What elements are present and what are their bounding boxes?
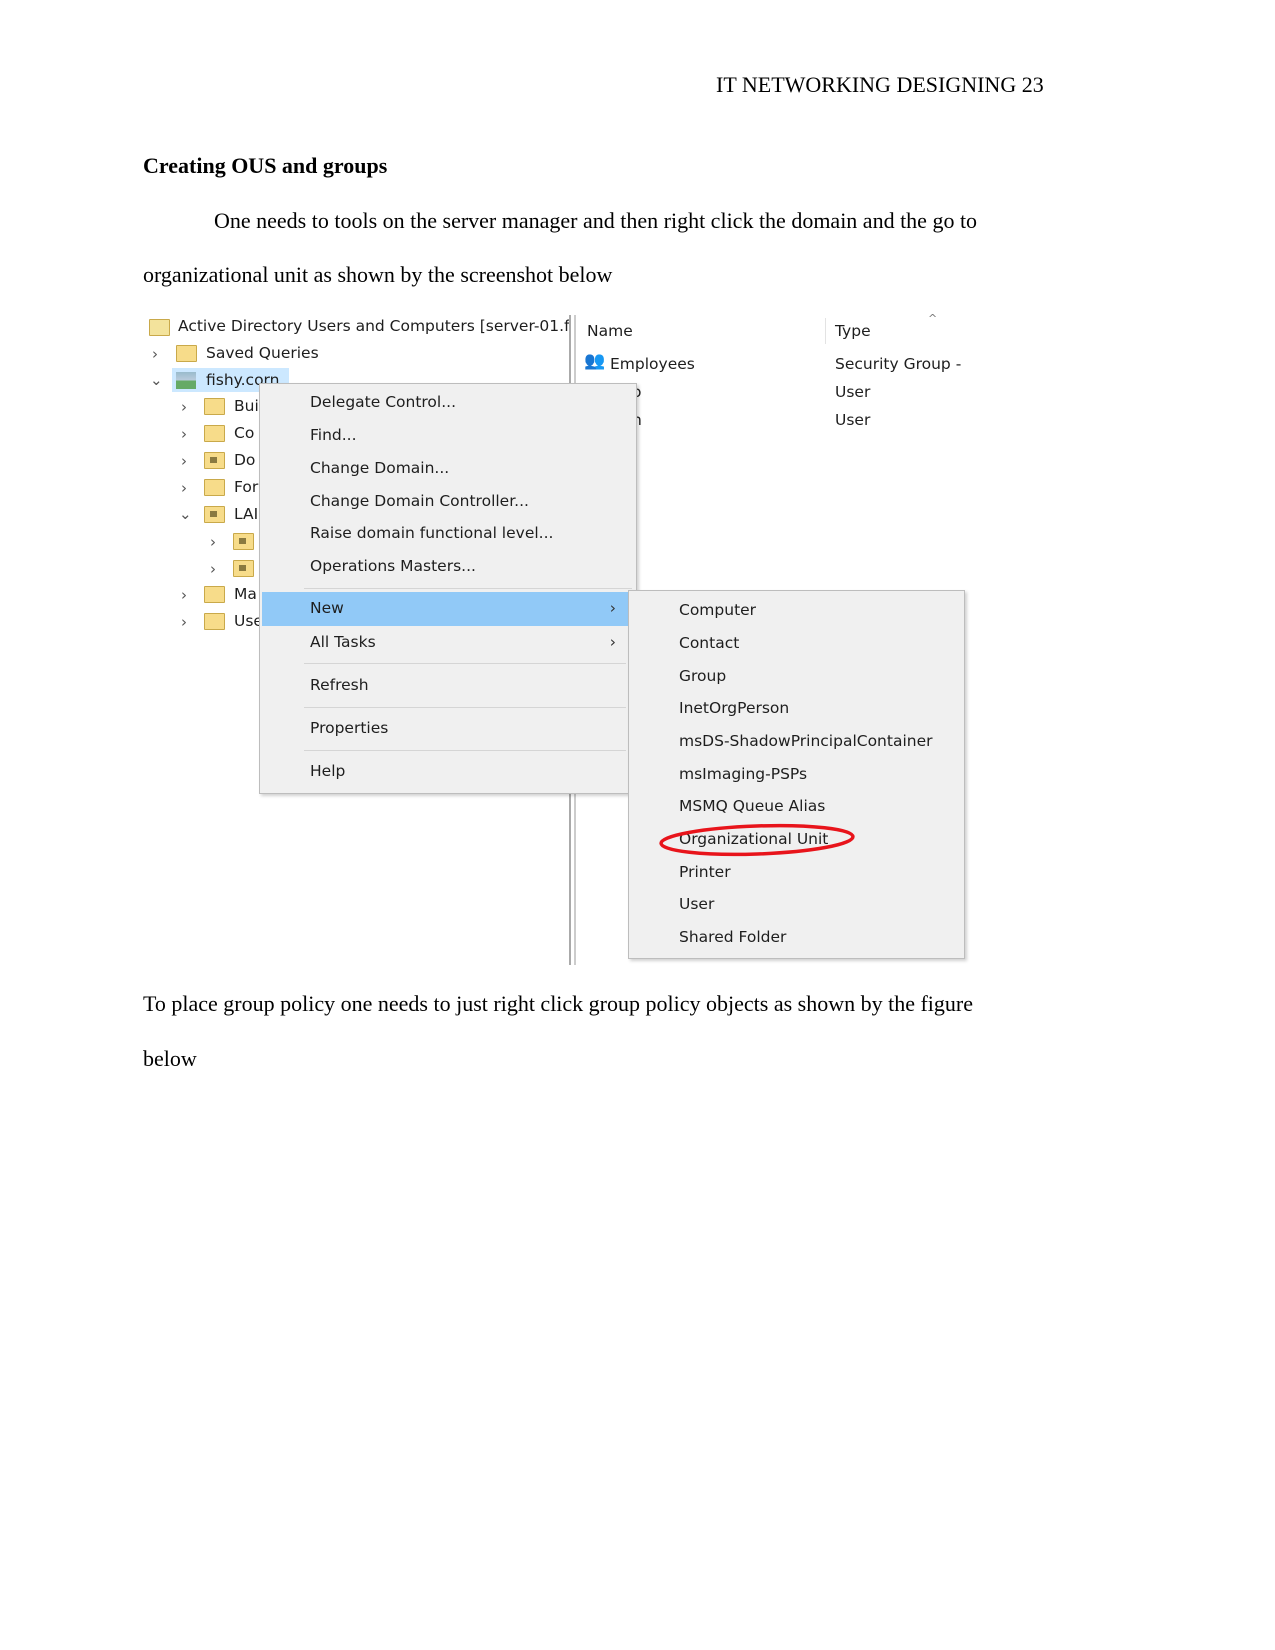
chevron-right-icon[interactable]: › <box>181 425 187 443</box>
column-divider[interactable] <box>825 318 826 344</box>
submenu-item-msmq[interactable]: MSMQ Queue Alias <box>629 790 964 823</box>
list-item-type: Security Group - <box>835 355 962 373</box>
running-head: IT NETWORKING DESIGNING 23 <box>716 72 1044 97</box>
submenu-item-inetorgperson[interactable]: InetOrgPerson <box>629 692 964 725</box>
folder-icon <box>204 398 225 415</box>
menu-item-label: Find... <box>310 426 357 444</box>
list-item-name[interactable]: Employees <box>610 355 695 373</box>
tree-item[interactable]: Co <box>234 424 254 442</box>
chevron-right-icon[interactable]: › <box>210 533 216 551</box>
paragraph: To place group policy one needs to just … <box>143 991 973 1016</box>
ou-icon <box>233 560 254 577</box>
chevron-right-icon[interactable]: › <box>181 452 187 470</box>
submenu-item-computer[interactable]: Computer <box>629 594 964 627</box>
red-circle-annotation <box>659 823 855 857</box>
menu-separator <box>304 588 632 589</box>
folder-icon <box>204 425 225 442</box>
menu-item-label: New <box>310 599 344 617</box>
menu-separator <box>304 707 626 708</box>
submenu-item-group[interactable]: Group <box>629 660 964 693</box>
menu-item-delegate-control[interactable]: Delegate Control... <box>260 386 636 419</box>
menu-item-properties[interactable]: Properties <box>260 712 636 745</box>
menu-separator <box>304 663 626 664</box>
chevron-right-icon[interactable]: › <box>181 586 187 604</box>
menu-item-label: Operations Masters... <box>310 557 476 575</box>
menu-item-label: Shared Folder <box>679 928 787 946</box>
menu-item-label: Delegate Control... <box>310 393 457 411</box>
menu-item-label: Raise domain functional level... <box>310 524 554 542</box>
menu-item-label: Group <box>679 667 727 685</box>
menu-item-label: msImaging-PSPs <box>679 765 808 783</box>
ou-icon <box>204 452 225 469</box>
folder-icon <box>204 479 225 496</box>
paragraph: organizational unit as shown by the scre… <box>143 262 613 287</box>
chevron-right-icon: › <box>609 633 616 651</box>
chevron-right-icon[interactable]: › <box>181 479 187 497</box>
menu-separator <box>304 750 626 751</box>
menu-item-label: User <box>679 895 715 913</box>
paragraph: below <box>143 1046 197 1071</box>
menu-item-change-domain-controller[interactable]: Change Domain Controller... <box>260 485 636 518</box>
menu-item-refresh[interactable]: Refresh <box>260 669 636 702</box>
group-icon: 👥 <box>584 351 606 371</box>
submenu-item-user[interactable]: User <box>629 888 964 921</box>
context-menu: Delegate Control... Find... Change Domai… <box>259 383 637 794</box>
chevron-right-icon[interactable]: › <box>181 613 187 631</box>
tree-item[interactable]: LAI <box>234 505 258 523</box>
aduc-screenshot: Active Directory Users and Computers [se… <box>143 310 968 966</box>
submenu-item-msimaging[interactable]: msImaging-PSPs <box>629 758 964 791</box>
column-header-name[interactable]: Name <box>587 322 633 340</box>
menu-item-label: Change Domain... <box>310 459 450 477</box>
menu-item-label: Refresh <box>310 676 369 694</box>
folder-icon <box>176 345 197 362</box>
menu-item-find[interactable]: Find... <box>260 419 636 452</box>
submenu-item-shared-folder[interactable]: Shared Folder <box>629 921 964 954</box>
menu-item-label: msDS-ShadowPrincipalContainer <box>679 732 933 750</box>
menu-item-new[interactable]: New › <box>262 592 628 626</box>
menu-item-label: Properties <box>310 719 389 737</box>
menu-item-all-tasks[interactable]: All Tasks › <box>260 626 628 659</box>
ou-icon <box>204 506 225 523</box>
section-heading: Creating OUS and groups <box>143 153 388 178</box>
menu-item-label: Change Domain Controller... <box>310 492 529 510</box>
menu-item-label: Help <box>310 762 346 780</box>
tree-item[interactable]: Ma <box>234 585 257 603</box>
chevron-down-icon[interactable]: ⌄ <box>179 505 192 523</box>
folder-icon <box>204 586 225 603</box>
folder-icon <box>204 613 225 630</box>
list-item-type: User <box>835 411 871 429</box>
menu-item-help[interactable]: Help <box>260 755 636 788</box>
submenu-item-msds-shadow[interactable]: msDS-ShadowPrincipalContainer <box>629 725 964 758</box>
chevron-right-icon: › <box>609 599 616 617</box>
tree-item[interactable]: Do <box>234 451 255 469</box>
tree-item[interactable]: Bui <box>234 397 259 415</box>
tree-root[interactable]: Active Directory Users and Computers [se… <box>178 317 570 335</box>
document-page: IT NETWORKING DESIGNING 23 Creating OUS … <box>0 0 1275 1650</box>
ou-icon <box>233 533 254 550</box>
menu-item-label: All Tasks <box>310 633 376 651</box>
tree-item-saved-queries[interactable]: Saved Queries <box>206 344 319 362</box>
chevron-right-icon[interactable]: › <box>210 560 216 578</box>
sort-caret-icon: ^ <box>928 312 938 325</box>
aduc-icon <box>149 319 170 336</box>
menu-item-operations-masters[interactable]: Operations Masters... <box>260 550 636 583</box>
new-submenu: Computer Contact Group InetOrgPerson msD… <box>628 590 965 959</box>
menu-item-label: InetOrgPerson <box>679 699 790 717</box>
paragraph: One needs to tools on the server manager… <box>214 208 978 233</box>
chevron-down-icon[interactable]: ⌄ <box>150 371 163 389</box>
menu-item-label: Computer <box>679 601 757 619</box>
submenu-item-contact[interactable]: Contact <box>629 627 964 660</box>
chevron-right-icon[interactable]: › <box>152 345 158 363</box>
menu-item-change-domain[interactable]: Change Domain... <box>260 452 636 485</box>
menu-item-label: MSMQ Queue Alias <box>679 797 826 815</box>
tree-item[interactable]: For <box>234 478 258 496</box>
chevron-right-icon[interactable]: › <box>181 398 187 416</box>
column-header-type[interactable]: Type <box>835 322 871 340</box>
list-item-type: User <box>835 383 871 401</box>
menu-item-label: Contact <box>679 634 740 652</box>
menu-item-raise-domain-level[interactable]: Raise domain functional level... <box>260 517 636 550</box>
domain-icon <box>176 372 196 389</box>
